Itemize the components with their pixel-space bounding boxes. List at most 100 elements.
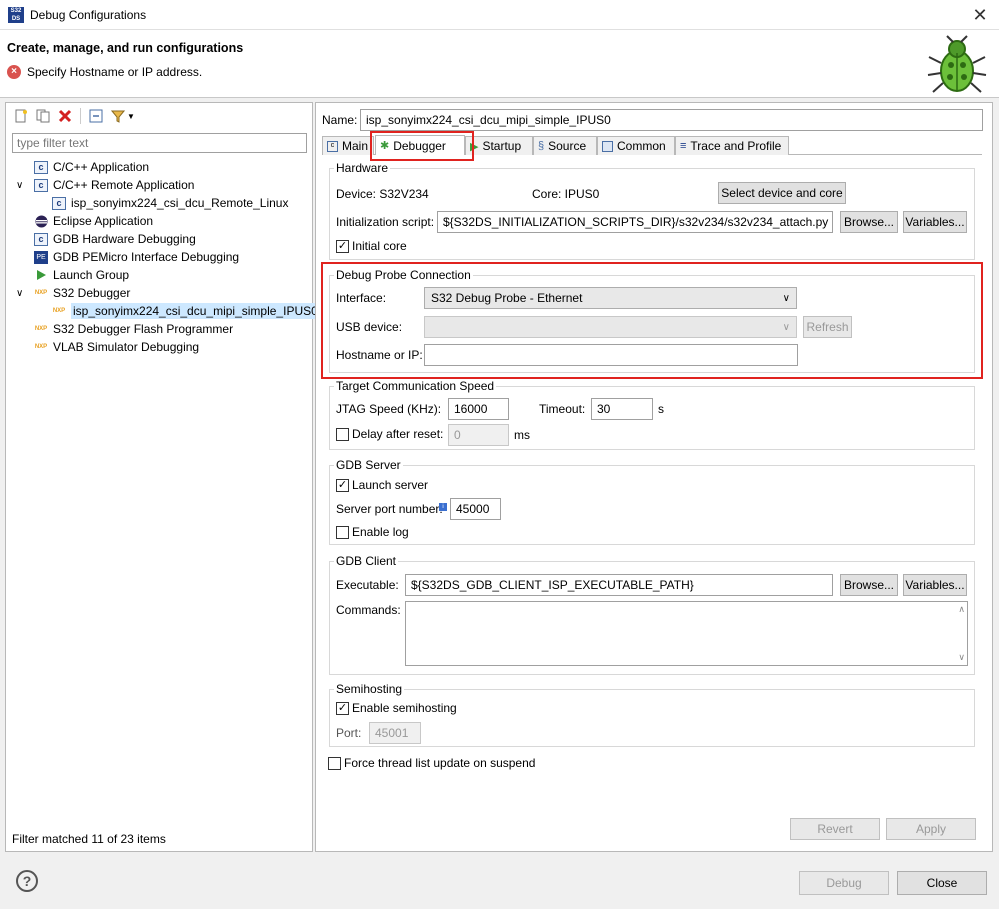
enable-log-checkbox[interactable]: Enable log: [336, 525, 409, 539]
force-thread-checkbox[interactable]: Force thread list update on suspend: [328, 756, 535, 770]
core-text: Core: IPUS0: [532, 187, 600, 201]
revert-button[interactable]: Revert: [790, 818, 880, 840]
initial-core-checkbox[interactable]: ✓ Initial core: [336, 239, 407, 253]
filter-menu-button[interactable]: ▼: [109, 107, 137, 125]
exe-browse-button[interactable]: Browse...: [840, 574, 898, 596]
init-script-label: Initialization script:: [336, 215, 435, 229]
debug-probe-highlight: [321, 262, 983, 379]
checkbox-unchecked[interactable]: [336, 427, 349, 441]
delay-input[interactable]: 0: [448, 424, 509, 446]
tab-label: Main: [342, 139, 369, 153]
name-input[interactable]: isp_sonyimx224_csi_dcu_mipi_simple_IPUS0: [360, 109, 983, 131]
tree-item-label: GDB PEMicro Interface Debugging: [53, 250, 240, 264]
tree-item-label: isp_sonyimx224_csi_dcu_mipi_simple_IPUS0: [71, 303, 320, 319]
launch-icon: [34, 269, 48, 282]
server-port-input[interactable]: 45000: [450, 498, 501, 520]
tree-item-s32-debugger[interactable]: ∨ NXP S32 Debugger: [12, 284, 308, 302]
help-icon[interactable]: ?: [16, 870, 38, 892]
tree-item-label: C/C++ Remote Application: [53, 178, 195, 192]
tree-item-remote-linux-config[interactable]: c isp_sonyimx224_csi_dcu_Remote_Linux: [12, 194, 308, 212]
info-icon: i: [439, 503, 447, 511]
filter-status: Filter matched 11 of 23 items: [12, 832, 166, 846]
window-close-button[interactable]: ✕: [968, 3, 992, 27]
tree-item-label: isp_sonyimx224_csi_dcu_Remote_Linux: [71, 196, 289, 210]
init-script-input[interactable]: ${S32DS_INITIALIZATION_SCRIPTS_DIR}/s32v…: [437, 211, 833, 233]
tree-item-vlab-simulator[interactable]: NXP VLAB Simulator Debugging: [12, 338, 308, 356]
init-variables-button[interactable]: Variables...: [903, 211, 967, 233]
tree-item-ipus0-config[interactable]: NXP isp_sonyimx224_csi_dcu_mipi_simple_IP…: [12, 302, 320, 320]
tab-startup[interactable]: ▶ Startup: [465, 136, 533, 155]
speed-group-title: Target Communication Speed: [334, 379, 497, 393]
c-icon: c: [52, 196, 66, 210]
tree-item-label: C/C++ Application: [53, 160, 150, 174]
executable-label: Executable:: [336, 578, 399, 592]
delete-button[interactable]: [56, 107, 74, 125]
executable-input[interactable]: ${S32DS_GDB_CLIENT_ISP_EXECUTABLE_PATH}: [405, 574, 833, 596]
checkbox-checked[interactable]: ✓: [336, 701, 349, 715]
checkbox-unchecked[interactable]: [328, 756, 341, 770]
delay-after-reset-checkbox[interactable]: Delay after reset:: [336, 427, 443, 441]
debugger-tab-highlight: [370, 131, 474, 161]
tree-item-s32-flash-programmer[interactable]: NXP S32 Debugger Flash Programmer: [12, 320, 308, 338]
enable-semihosting-checkbox[interactable]: ✓ Enable semihosting: [336, 701, 457, 715]
checkbox-label: Initial core: [352, 239, 407, 253]
checkbox-checked[interactable]: ✓: [336, 239, 349, 253]
semihosting-port-input[interactable]: 45001: [369, 722, 421, 744]
close-button[interactable]: Close: [897, 871, 987, 895]
commands-textarea[interactable]: ∧ ∨: [405, 601, 968, 666]
tab-source[interactable]: § Source: [533, 136, 597, 155]
exe-variables-button[interactable]: Variables...: [903, 574, 967, 596]
checkbox-checked[interactable]: ✓: [336, 478, 349, 492]
new-file-icon: [15, 109, 27, 123]
tab-label: Trace and Profile: [690, 139, 782, 153]
tree-item-launch-group[interactable]: Launch Group: [12, 266, 308, 284]
tree-item-gdb-pemicro[interactable]: PE GDB PEMicro Interface Debugging: [12, 248, 308, 266]
checkbox-label: Launch server: [352, 478, 429, 492]
configuration-tree: c C/C++ Application ∨ c C/C++ Remote Appli…: [12, 158, 320, 356]
launch-server-checkbox[interactable]: ✓ Launch server: [336, 478, 428, 492]
tab-main[interactable]: c Main: [322, 136, 374, 155]
checkbox-unchecked[interactable]: [336, 525, 349, 539]
tab-label: Startup: [482, 139, 522, 153]
apply-button[interactable]: Apply: [886, 818, 976, 840]
new-config-button[interactable]: [12, 107, 30, 125]
source-icon: §: [538, 140, 545, 152]
jtag-speed-input[interactable]: 16000: [448, 398, 509, 420]
nxp-icon: NXP: [34, 326, 48, 332]
common-icon: [602, 140, 613, 152]
timeout-unit: s: [658, 402, 664, 416]
tab-label: Common: [617, 139, 666, 153]
tree-item-label: VLAB Simulator Debugging: [53, 340, 200, 354]
chevron-down-icon[interactable]: ∨: [16, 180, 34, 191]
tree-item-gdb-hardware-debugging[interactable]: c GDB Hardware Debugging: [12, 230, 308, 248]
name-label: Name:: [322, 113, 358, 127]
timeout-input[interactable]: 30: [591, 398, 653, 420]
error-icon: ×: [7, 65, 21, 79]
timeout-label: Timeout:: [539, 402, 586, 416]
scroll-down-icon[interactable]: ∨: [958, 652, 965, 663]
duplicate-button[interactable]: [34, 107, 52, 125]
filter-input[interactable]: type filter text: [12, 133, 307, 153]
tab-trace-and-profile[interactable]: ≡ Trace and Profile: [675, 136, 789, 155]
tree-item-label: GDB Hardware Debugging: [53, 232, 196, 246]
eclipse-icon: [34, 215, 48, 228]
semihosting-group: [329, 689, 975, 747]
trace-icon: ≡: [680, 140, 687, 152]
tree-item-eclipse-application[interactable]: Eclipse Application: [12, 212, 308, 230]
chevron-down-icon[interactable]: ∨: [16, 288, 34, 299]
app-icon: S32 DS: [8, 7, 24, 23]
tab-common[interactable]: Common: [597, 136, 675, 155]
select-device-and-core-button[interactable]: Select device and core: [718, 182, 846, 204]
window-title: Debug Configurations: [30, 8, 147, 22]
scroll-up-icon[interactable]: ∧: [958, 604, 965, 615]
title-bar: [0, 0, 999, 30]
delete-icon: [58, 109, 72, 123]
tree-item-cpp-remote-application[interactable]: ∨ c C/C++ Remote Application: [12, 176, 308, 194]
header-message: Specify Hostname or IP address.: [27, 65, 203, 79]
debug-button[interactable]: Debug: [799, 871, 889, 895]
collapse-all-button[interactable]: [87, 107, 105, 125]
checkbox-label: Force thread list update on suspend: [344, 756, 536, 770]
init-browse-button[interactable]: Browse...: [840, 211, 898, 233]
tree-item-cpp-application[interactable]: c C/C++ Application: [12, 158, 308, 176]
server-port-label: Server port number:: [336, 502, 443, 516]
